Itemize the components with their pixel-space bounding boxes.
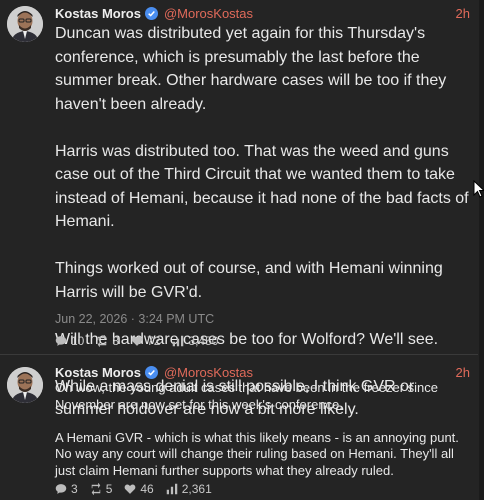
retweet-icon <box>91 483 100 495</box>
post-paragraph: Harris was distributed too. That was the… <box>55 142 469 231</box>
comment-icon <box>55 336 67 346</box>
retweet-count: 8 <box>112 334 120 348</box>
post-time[interactable]: 2h <box>456 365 470 380</box>
post: Kostas Moros @MorosKostas 2h Oh wow, the… <box>0 355 478 500</box>
bar-chart-icon <box>173 335 184 347</box>
retweet-button[interactable]: 5 <box>90 482 113 496</box>
author-handle[interactable]: @MorosKostas <box>164 365 253 380</box>
comment-icon <box>55 484 67 494</box>
like-count: 46 <box>140 482 154 496</box>
verified-badge-icon <box>144 6 158 20</box>
reply-button[interactable]: 3 <box>55 482 78 496</box>
avatar[interactable] <box>7 367 43 403</box>
reply-button[interactable]: 10 <box>55 334 84 348</box>
post-paragraph: Duncan was distributed yet again for thi… <box>55 25 447 113</box>
like-count: 72 <box>147 334 161 348</box>
post-header: Kostas Moros @MorosKostas 2h <box>55 4 478 22</box>
reply-count: 3 <box>71 482 78 496</box>
author-handle[interactable]: @MorosKostas <box>164 6 253 21</box>
retweet-count: 5 <box>105 482 113 496</box>
post-actions: 10 8 72 3,450 <box>55 334 230 348</box>
author-name[interactable]: Kostas Moros <box>55 365 141 380</box>
like-button[interactable]: 72 <box>131 334 160 348</box>
post-paragraph: Oh wow, the young adult cases that have … <box>55 380 439 412</box>
post-body: Oh wow, the young adult cases that have … <box>55 380 470 479</box>
avatar[interactable] <box>7 6 43 42</box>
views-count: 2,361 <box>181 482 212 496</box>
like-button[interactable]: 46 <box>124 482 154 496</box>
retweet-icon <box>98 335 107 347</box>
retweet-button[interactable]: 8 <box>96 334 119 348</box>
post-paragraph: Things worked out of course, and with He… <box>55 260 443 301</box>
heart-icon <box>125 484 136 494</box>
post-date[interactable]: Jun 22, 2026 · 3:24 PM UTC <box>55 312 214 326</box>
bar-chart-icon <box>166 483 177 495</box>
mouse-pointer-icon <box>473 180 484 198</box>
views-button[interactable]: 3,450 <box>172 334 218 348</box>
post-paragraph: A Hemani GVR - which is what this likely… <box>55 429 459 478</box>
post-time[interactable]: 2h <box>456 6 470 21</box>
post: Kostas Moros @MorosKostas 2h Duncan was … <box>0 0 478 418</box>
views-count: 3,450 <box>188 334 219 348</box>
author-name[interactable]: Kostas Moros <box>55 6 141 21</box>
heart-icon <box>131 336 143 346</box>
reply-count: 10 <box>71 334 85 348</box>
post-actions: 3 5 46 2,361 <box>55 482 224 496</box>
verified-badge-icon <box>144 365 158 379</box>
views-button[interactable]: 2,361 <box>166 482 212 496</box>
post-header: Kostas Moros @MorosKostas 2h <box>55 363 478 381</box>
scrollbar-track[interactable] <box>479 0 484 500</box>
